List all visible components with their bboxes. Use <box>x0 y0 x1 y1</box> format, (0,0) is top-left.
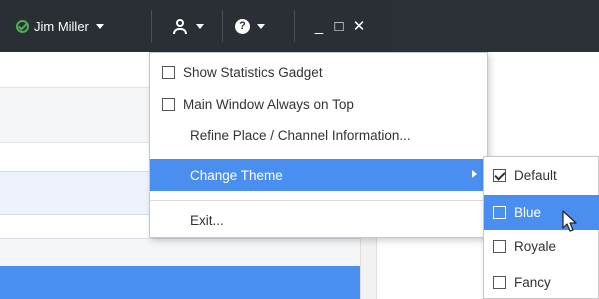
agent-icon <box>171 17 189 35</box>
checkbox[interactable] <box>493 276 506 289</box>
checkbox[interactable] <box>493 206 506 219</box>
menu-item-label: Exit... <box>190 212 224 228</box>
theme-option-label: Royale <box>514 239 557 254</box>
background-panel <box>0 238 376 266</box>
separator <box>151 10 152 42</box>
agent-dropdown-menu: Show Statistics Gadget Main Window Alway… <box>149 52 488 238</box>
maximize-button[interactable]: □ <box>329 18 349 35</box>
theme-option-label: Default <box>514 168 557 183</box>
chevron-down-icon <box>257 23 265 29</box>
selected-row[interactable] <box>0 266 360 299</box>
title-bar: Jim Miller ? _ □ ✕ <box>0 0 599 52</box>
chevron-down-icon <box>95 23 104 29</box>
checkbox[interactable] <box>162 65 175 79</box>
menu-item-always-on-top[interactable]: Main Window Always on Top <box>150 89 487 119</box>
scrollbar[interactable] <box>360 237 376 299</box>
separator <box>222 10 223 42</box>
minimize-button[interactable]: _ <box>309 18 329 35</box>
theme-option-royale[interactable]: Royale <box>484 229 599 264</box>
chevron-down-icon <box>196 23 204 29</box>
menu-item-label: Change Theme <box>190 167 283 183</box>
theme-option-blue[interactable]: Blue <box>484 195 599 230</box>
checkbox[interactable] <box>493 240 506 253</box>
user-status-menu[interactable]: Jim Miller <box>16 0 104 52</box>
user-name: Jim Miller <box>34 18 89 34</box>
agent-menu-button[interactable] <box>171 0 204 52</box>
menu-item-label: Main Window Always on Top <box>183 96 354 112</box>
window-controls: _ □ ✕ <box>309 0 369 52</box>
menu-item-show-statistics[interactable]: Show Statistics Gadget <box>150 57 487 87</box>
menu-divider <box>150 200 487 201</box>
menu-item-label: Show Statistics Gadget <box>183 64 323 80</box>
close-button[interactable]: ✕ <box>349 17 369 35</box>
menu-item-change-theme[interactable]: Change Theme <box>150 159 487 191</box>
menu-item-label: Refine Place / Channel Information... <box>190 127 411 143</box>
theme-option-label: Fancy <box>514 275 551 290</box>
theme-submenu: Default Blue Royale Fancy <box>483 156 599 299</box>
theme-option-default[interactable]: Default <box>484 158 599 193</box>
help-menu-button[interactable]: ? <box>235 0 265 52</box>
separator <box>294 10 295 42</box>
help-icon: ? <box>235 18 250 34</box>
menu-item-exit[interactable]: Exit... <box>150 205 487 235</box>
theme-option-fancy[interactable]: Fancy <box>484 265 599 299</box>
menu-item-refine-place[interactable]: Refine Place / Channel Information... <box>150 120 487 150</box>
chevron-right-icon <box>472 170 477 178</box>
mouse-pointer-icon <box>562 210 577 232</box>
checkbox[interactable] <box>162 97 175 111</box>
theme-option-label: Blue <box>514 205 542 220</box>
check-circle-icon <box>16 19 29 33</box>
checkbox[interactable] <box>493 169 506 182</box>
